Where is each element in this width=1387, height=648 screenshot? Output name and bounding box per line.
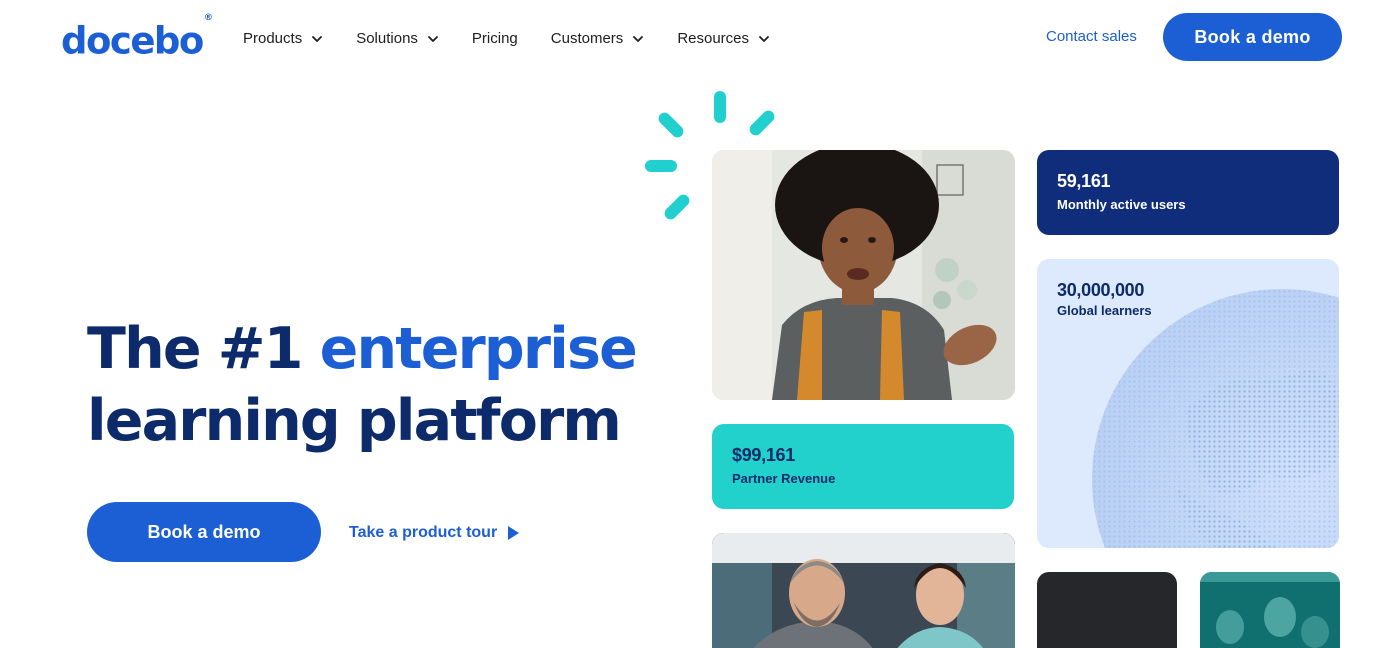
photo-store-workers: [712, 533, 1015, 648]
nav-item-label: Resources: [677, 30, 750, 47]
hero-headline: The #1 enterprise learning platform: [87, 313, 638, 457]
teal-photo-illustration: [1200, 572, 1340, 648]
headline-part2: learning platform: [87, 388, 622, 454]
nav-item-label: Products: [243, 30, 303, 47]
main-menu: Products Solutions Pricing Customers Res…: [243, 28, 803, 50]
chevron-down-icon: [312, 36, 323, 42]
users-label: Monthly active users: [1057, 197, 1186, 212]
nav-item-solutions[interactable]: Solutions: [356, 28, 439, 50]
nav-item-products[interactable]: Products: [243, 28, 323, 50]
nav-item-customers[interactable]: Customers: [551, 28, 645, 50]
photo-woman-smiling: [712, 150, 1015, 400]
product-tour-label: Take a product tour: [349, 524, 498, 541]
headline-part1: The #1: [87, 316, 320, 382]
top-navigation: docebo® Products Solutions Pricing Custo…: [0, 0, 1387, 76]
contact-sales-link[interactable]: Contact sales: [1046, 26, 1137, 48]
stat-card-users: 59,161 Monthly active users: [1037, 150, 1339, 235]
store-workers-illustration: [712, 533, 1015, 648]
woman-illustration: [712, 150, 1015, 400]
users-value: 59,161: [1057, 171, 1111, 191]
nav-item-resources[interactable]: Resources: [677, 28, 770, 50]
revenue-value: $99,161: [732, 445, 795, 465]
chevron-down-icon: [759, 36, 769, 42]
hero-book-demo-button[interactable]: Book a demo: [87, 502, 321, 562]
nav-item-label: Solutions: [356, 30, 418, 47]
chevron-down-icon: [428, 36, 438, 42]
learners-value: 30,000,000: [1057, 280, 1145, 300]
chevron-down-icon: [633, 36, 644, 42]
play-icon: [508, 526, 520, 540]
docebo-logo[interactable]: docebo®: [61, 13, 213, 63]
headline-accent: enterprise: [319, 316, 638, 382]
photo-card-teal: [1200, 572, 1340, 648]
nav-item-label: Customers: [550, 30, 624, 47]
learners-label: Global learners: [1057, 303, 1152, 318]
product-tour-link[interactable]: Take a product tour: [349, 521, 520, 545]
nav-item-pricing[interactable]: Pricing: [472, 28, 518, 50]
revenue-label: Partner Revenue: [732, 471, 836, 486]
photo-card-dark: [1037, 572, 1177, 648]
stat-card-revenue: $99,161 Partner Revenue: [712, 424, 1014, 509]
nav-item-label: Pricing: [471, 30, 518, 47]
book-demo-button[interactable]: Book a demo: [1163, 13, 1342, 61]
stat-card-learners: 30,000,000 Global learners: [1037, 259, 1339, 548]
